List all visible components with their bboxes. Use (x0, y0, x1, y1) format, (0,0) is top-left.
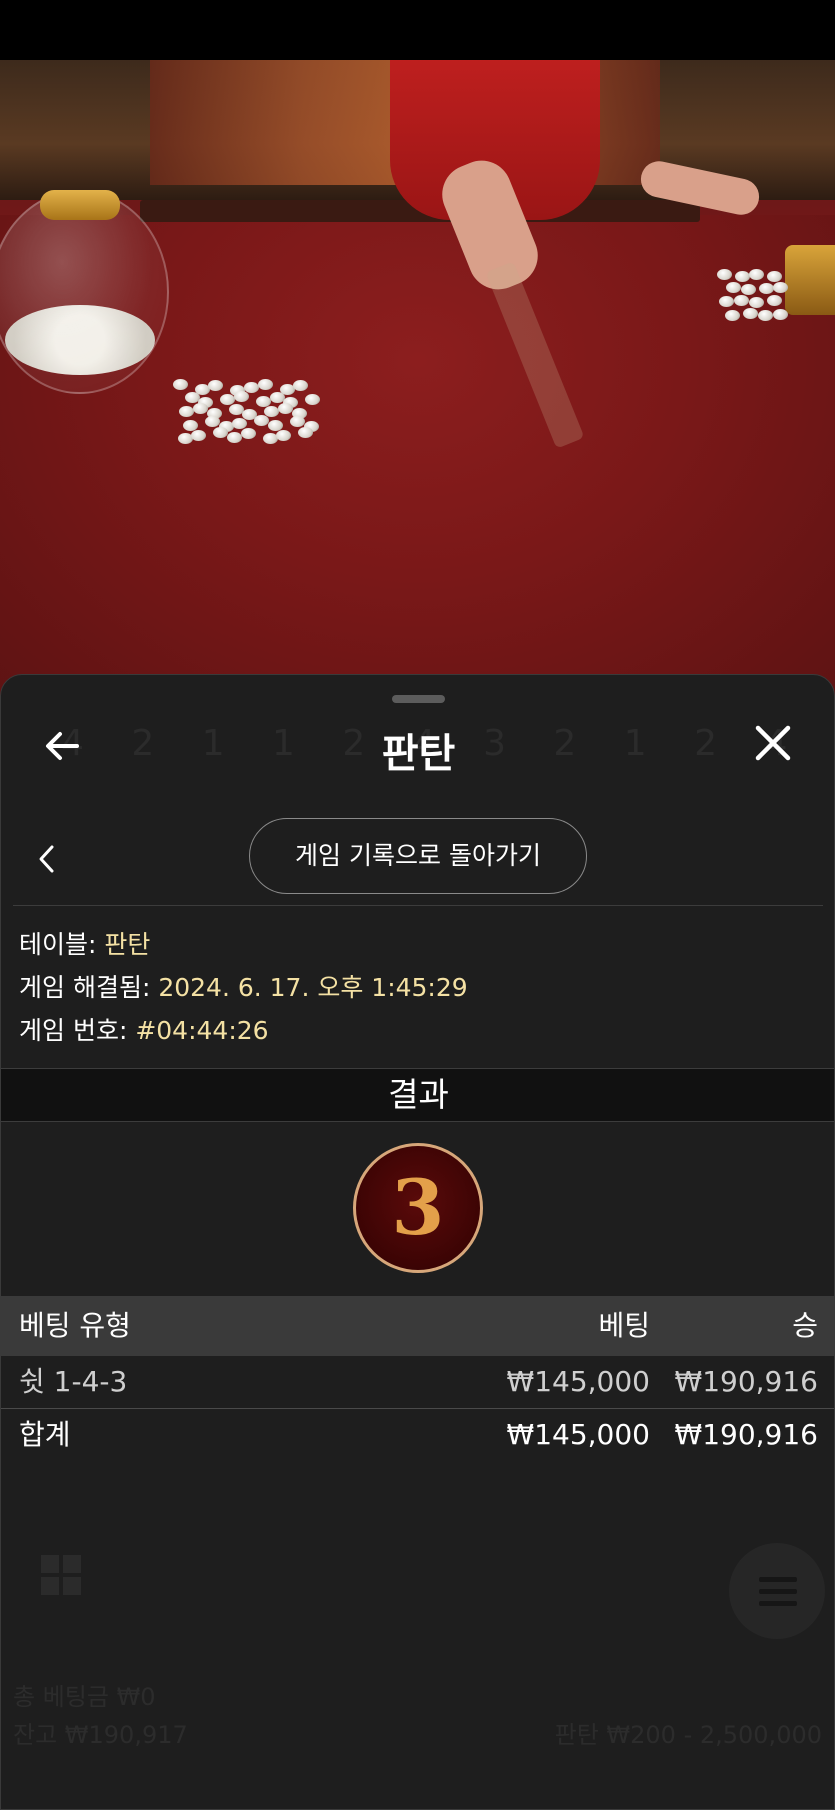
close-icon[interactable] (753, 723, 793, 763)
bean (262, 433, 278, 445)
bean (267, 419, 283, 431)
game-number-value: #04:44:26 (135, 1016, 269, 1045)
bean (772, 309, 788, 320)
resolved-label: 게임 해결됨: (19, 973, 159, 1002)
bean (193, 402, 208, 414)
result-header: 결과 (1, 1068, 834, 1122)
bean (740, 284, 756, 296)
game-history-sheet: 4 2 1 1 2 4 3 2 1 2 4 4 판탄 게임 기록으로 돌아가기 … (0, 674, 835, 1810)
bean (305, 394, 321, 405)
bean (220, 394, 236, 405)
game-number-label: 게임 번호: (19, 1016, 136, 1045)
bean (254, 414, 270, 426)
total-bet: ₩145,000 (506, 1418, 650, 1451)
bean (269, 392, 285, 404)
bean (298, 426, 314, 438)
bean (233, 390, 249, 402)
status-bar (0, 0, 835, 60)
table-info: 테이블: 판탄 (19, 925, 150, 961)
bean (725, 309, 741, 321)
chevron-left-icon[interactable] (33, 841, 63, 877)
bean (184, 392, 200, 404)
game-number-info: 게임 번호: #04:44:26 (19, 1011, 269, 1047)
bets-table-header: 베팅 유형 베팅 승 (1, 1296, 834, 1356)
bean (758, 283, 774, 294)
live-video (0, 60, 835, 700)
sheet-title: 판탄 (381, 731, 456, 777)
resolved-value: 2024. 6. 17. 오후 1:45:29 (158, 973, 468, 1002)
menu-icon (729, 1543, 825, 1639)
total-row: 합계 ₩145,000 ₩190,916 (1, 1409, 834, 1461)
brass-cup (785, 245, 835, 315)
header-win: 승 (792, 1309, 818, 1342)
total-bet-ghost: 총 베팅금 ₩0 (13, 1683, 156, 1711)
row-win-amount: ₩190,916 (674, 1365, 818, 1398)
bean (213, 426, 229, 438)
bean (716, 268, 732, 280)
drag-handle[interactable] (392, 695, 445, 703)
table-label: 테이블: (19, 930, 105, 959)
bean (182, 419, 198, 431)
header-bet: 베팅 (598, 1309, 650, 1342)
grid-icon (41, 1555, 81, 1595)
table-limit-ghost: 판탄 ₩200 - 2,500,000 (554, 1721, 822, 1749)
bean (257, 378, 273, 390)
bean (734, 294, 749, 306)
bean (255, 395, 271, 407)
bean (278, 402, 293, 414)
dome-knob (40, 190, 120, 220)
divider (13, 905, 823, 906)
row-bet-type: 쉿 1-4-3 (19, 1365, 128, 1398)
total-label: 합계 (19, 1418, 71, 1451)
bean (748, 296, 764, 308)
bean (177, 433, 193, 445)
result-number-badge: 3 (353, 1143, 483, 1273)
table-row: 쉿 1-4-3 ₩145,000 ₩190,916 (1, 1356, 834, 1408)
total-win: ₩190,916 (674, 1418, 818, 1451)
bean (734, 270, 750, 282)
back-to-history-button[interactable]: 게임 기록으로 돌아가기 (249, 818, 587, 894)
balance-ghost: 잔고 ₩190,917 (13, 1721, 188, 1749)
bean (172, 378, 188, 390)
resolved-info: 게임 해결됨: 2024. 6. 17. 오후 1:45:29 (19, 968, 468, 1004)
row-bet-amount: ₩145,000 (506, 1365, 650, 1398)
table-value: 판탄 (104, 930, 151, 959)
header-bet-type: 베팅 유형 (19, 1309, 131, 1342)
bean (227, 431, 242, 443)
